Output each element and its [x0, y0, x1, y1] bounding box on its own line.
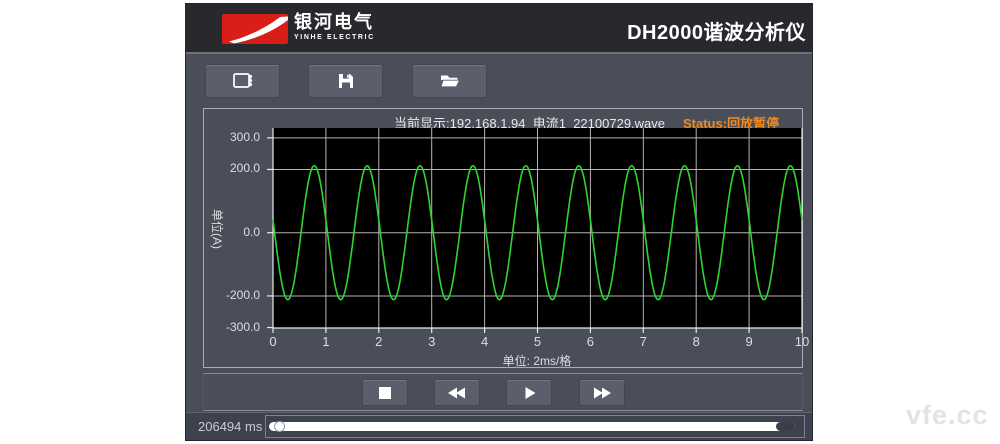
status-bar: 206494 ms [186, 412, 812, 440]
x-tick-label: 8 [683, 334, 709, 349]
fast-forward-button[interactable] [579, 379, 625, 406]
x-tick-label: 9 [736, 334, 762, 349]
x-tick-label: 4 [472, 334, 498, 349]
y-tick-label: 300.0 [204, 130, 260, 144]
toolbar-divider [186, 52, 812, 54]
x-tick-label: 5 [525, 334, 551, 349]
save-button[interactable] [308, 64, 383, 98]
x-tick-label: 10 [789, 334, 815, 349]
app-window: 银河电气 YINHE ELECTRIC DH2000谐波分析仪 [185, 3, 813, 441]
stop-icon [375, 383, 395, 403]
watermark: vfe.cc [906, 400, 989, 431]
stop-button[interactable] [362, 379, 408, 406]
brand-name-cn: 银河电气 [294, 11, 375, 33]
brand-text: 银河电气 YINHE ELECTRIC [294, 11, 375, 42]
open-folder-icon [438, 71, 462, 91]
y-tick-label: 200.0 [204, 161, 260, 175]
slider-track[interactable] [269, 422, 795, 431]
x-axis-unit-label: 单位: 2ms/格 [457, 352, 617, 369]
app-header: 银河电气 YINHE ELECTRIC DH2000谐波分析仪 [186, 4, 812, 52]
play-icon [519, 383, 539, 403]
elapsed-time-label: 206494 ms [198, 419, 262, 434]
rewind-icon [445, 383, 469, 403]
x-tick-label: 1 [313, 334, 339, 349]
waveform-chart [265, 128, 810, 334]
playback-slider[interactable] [265, 415, 805, 438]
connect-device-button[interactable] [205, 64, 280, 98]
app-title: DH2000谐波分析仪 [627, 16, 806, 45]
fast-forward-icon [590, 383, 614, 403]
desktop: 银河电气 YINHE ELECTRIC DH2000谐波分析仪 [0, 0, 1000, 444]
x-tick-label: 7 [630, 334, 656, 349]
x-tick-label: 0 [260, 334, 286, 349]
x-tick-label: 6 [577, 334, 603, 349]
x-tick-label: 3 [419, 334, 445, 349]
rewind-button[interactable] [434, 379, 480, 406]
waveform-panel: 当前显示:192.168.1.94_电流1_22100729.wave Stat… [203, 108, 803, 368]
y-tick-label: 0.0 [204, 225, 260, 239]
playback-bar [203, 373, 803, 411]
brand-logo [222, 14, 288, 44]
save-icon [336, 71, 356, 91]
x-tick-label: 2 [366, 334, 392, 349]
open-file-button[interactable] [412, 64, 487, 98]
slider-thumb[interactable] [274, 421, 285, 432]
y-tick-label: -300.0 [204, 320, 260, 334]
brand-name-en: YINHE ELECTRIC [294, 33, 375, 42]
play-button[interactable] [506, 379, 552, 406]
device-icon [230, 71, 256, 91]
y-tick-label: -200.0 [204, 288, 260, 302]
slider-end-cap [776, 422, 795, 431]
waveform-plot [265, 128, 810, 334]
